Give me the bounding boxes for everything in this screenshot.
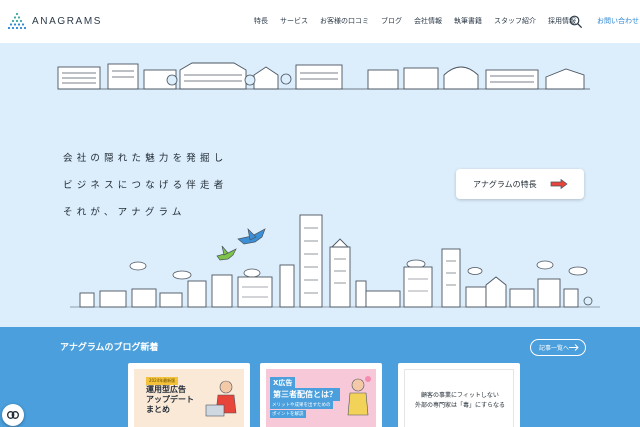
- card-badge: 2024年最新版: [146, 377, 179, 385]
- blog-card-thumbnail: 顧客の事業にフィットしない 外部の専門家は「毒」にすらなる: [404, 369, 514, 427]
- nav-item-features[interactable]: 特長: [254, 16, 268, 26]
- blog-section-title: アナグラムのブログ新着: [60, 343, 159, 353]
- tagline-line-2: ビジネスにつなげる伴走者: [63, 180, 228, 191]
- floating-link-button[interactable]: [2, 404, 24, 426]
- card-title: 第三者配信とは？: [270, 388, 340, 401]
- nav-item-reviews[interactable]: お客様の口コミ: [320, 16, 369, 26]
- red-arrow-icon: [550, 179, 568, 189]
- card-title-line: アップデート: [146, 395, 194, 404]
- person-phone-icon: [347, 376, 371, 416]
- main-nav: 特長 サービス お客様の口コミ ブログ 会社情報 執筆書籍 スタッフ紹介 採用情…: [254, 16, 588, 26]
- card-title-line: まとめ: [146, 405, 170, 414]
- card-title-line: 顧客の事業にフィットしない: [421, 392, 499, 399]
- logo[interactable]: ANAGRAMS: [8, 12, 102, 30]
- blog-card-thumbnail: 2024年最新版 運用型広告 アップデート まとめ: [134, 369, 244, 427]
- nav-item-staff[interactable]: スタッフ紹介: [494, 16, 536, 26]
- hero-section: 会社の隠れた魅力を発掘し ビジネスにつなげる伴走者 それが、アナグラム アナグラ…: [0, 43, 640, 327]
- chain-link-icon: [7, 411, 19, 419]
- search-icon[interactable]: [569, 15, 582, 28]
- nav-item-books[interactable]: 執筆書籍: [454, 16, 482, 26]
- features-button[interactable]: アナグラムの特長: [456, 169, 584, 199]
- all-posts-button[interactable]: 記事一覧へ: [530, 339, 586, 356]
- tagline-line-1: 会社の隠れた魅力を発掘し: [63, 153, 228, 164]
- card-title-line: 運用型広告: [146, 385, 186, 394]
- logo-text: ANAGRAMS: [32, 15, 103, 27]
- person-laptop-icon: [205, 380, 237, 417]
- card-subtitle-line: メリットや成果を出すための: [270, 401, 333, 409]
- nav-item-services[interactable]: サービス: [280, 16, 308, 26]
- contact-link[interactable]: お問い合わせ: [597, 16, 639, 26]
- blog-section: アナグラムのブログ新着 記事一覧へ 2024年最新版 運用型広告 アップデート …: [0, 327, 640, 427]
- card-title-line: 外部の専門家は「毒」にすらなる: [414, 402, 506, 409]
- blog-card-thumbnail: X広告 第三者配信とは？ メリットや成果を出すための ポイントを解説: [266, 369, 376, 427]
- triangle-dots-logo-icon: [8, 12, 26, 30]
- hero-tagline: 会社の隠れた魅力を発掘し ビジネスにつなげる伴走者 それが、アナグラム: [63, 153, 227, 234]
- blog-card-1[interactable]: 2024年最新版 運用型広告 アップデート まとめ: [128, 363, 250, 427]
- blog-card-2[interactable]: X広告 第三者配信とは？ メリットや成果を出すための ポイントを解説: [260, 363, 382, 427]
- nav-item-blog[interactable]: ブログ: [381, 16, 402, 26]
- site-header: ANAGRAMS 特長 サービス お客様の口コミ ブログ 会社情報 執筆書籍 ス…: [0, 0, 640, 43]
- blog-card-3[interactable]: 顧客の事業にフィットしない 外部の専門家は「毒」にすらなる: [398, 363, 520, 427]
- bird-green-icon: [216, 248, 237, 261]
- features-button-label: アナグラムの特長: [473, 179, 537, 189]
- all-posts-label: 記事一覧へ: [539, 345, 570, 352]
- arrow-right-icon: [569, 344, 579, 351]
- tagline-line-3: それが、アナグラム: [63, 207, 186, 218]
- card-subtitle-line: ポイントを解説: [270, 410, 306, 418]
- nav-item-company[interactable]: 会社情報: [414, 16, 442, 26]
